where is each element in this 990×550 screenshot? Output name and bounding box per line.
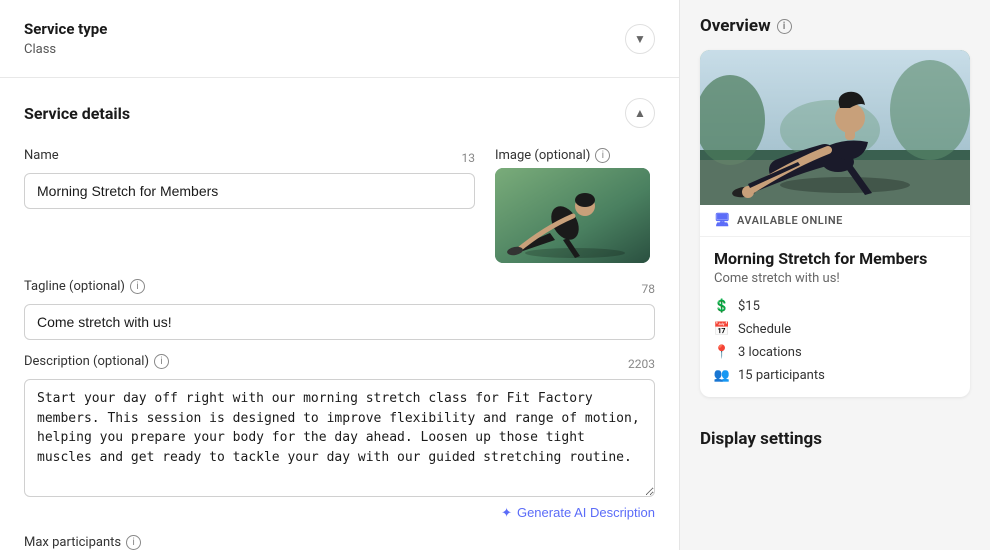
service-details-header: Service details ▲: [24, 98, 655, 128]
participants-count: 15 participants: [738, 368, 825, 383]
service-details-title: Service details: [24, 104, 130, 123]
tagline-group: Tagline (optional) i 78: [24, 279, 655, 340]
available-online-badge: 🖥 AVAILABLE ONLINE: [700, 205, 970, 237]
description-info-icon[interactable]: i: [154, 354, 169, 369]
tagline-info-icon[interactable]: i: [130, 279, 145, 294]
name-label: Name: [24, 148, 59, 163]
overview-title: Overview: [700, 16, 771, 36]
price-value: $15: [738, 299, 760, 314]
available-online-label: AVAILABLE ONLINE: [737, 214, 843, 227]
overview-header: Overview i: [700, 16, 970, 36]
name-col: Name 13: [24, 148, 475, 263]
overview-card-body: Morning Stretch for Members Come stretch…: [700, 237, 970, 397]
service-type-label: Service type: [24, 20, 107, 38]
name-input[interactable]: [24, 173, 475, 209]
chevron-down-icon: ▼: [634, 32, 646, 46]
service-type-content: Service type Class: [24, 20, 107, 57]
tagline-input[interactable]: [24, 304, 655, 340]
description-char-count: 2203: [628, 357, 655, 371]
display-settings-title: Display settings: [700, 429, 970, 449]
locations-value: 3 locations: [738, 345, 802, 360]
service-details-collapse-btn[interactable]: ▲: [625, 98, 655, 128]
display-settings-section: Display settings: [680, 413, 990, 465]
max-participants-group: Max participants i 15 Participants ▲ ▼: [24, 535, 655, 550]
name-image-row: Name 13 Image (optional) i: [24, 148, 655, 263]
locations-detail: 📍 3 locations: [714, 344, 956, 360]
hero-svg: [700, 50, 970, 205]
participants-icon: 👥: [714, 367, 730, 383]
participants-detail: 👥 15 participants: [714, 367, 956, 383]
generate-ai-btn[interactable]: ✦ Generate AI Description: [501, 505, 655, 521]
schedule-detail: 📅 Schedule: [714, 321, 956, 337]
left-panel: Service type Class ▼ Service details ▲ N…: [0, 0, 680, 550]
calendar-icon: 📅: [714, 321, 730, 337]
price-icon: 💲: [714, 298, 730, 314]
stretch-image: [495, 168, 650, 263]
participants-info-icon[interactable]: i: [126, 535, 141, 550]
service-type-value: Class: [24, 42, 107, 57]
image-col: Image (optional) i: [495, 148, 655, 263]
location-icon: 📍: [714, 344, 730, 360]
chevron-up-icon: ▲: [634, 106, 646, 120]
name-char-count: 13: [462, 151, 476, 165]
right-panel: Overview i: [680, 0, 990, 550]
overview-service-name: Morning Stretch for Members: [714, 249, 956, 268]
description-group: Description (optional) i 2203 Start your…: [24, 354, 655, 521]
overview-section: Overview i: [680, 0, 990, 413]
tagline-label-wrap: Tagline (optional) i: [24, 279, 145, 294]
overview-info-icon[interactable]: i: [777, 19, 792, 34]
image-preview[interactable]: [495, 168, 650, 263]
overview-tagline: Come stretch with us!: [714, 271, 956, 286]
overview-details: 💲 $15 📅 Schedule 📍 3 locations 👥 15 part…: [714, 298, 956, 383]
overview-hero-image: [700, 50, 970, 205]
sparkle-icon: ✦: [501, 505, 512, 521]
image-info-icon[interactable]: i: [595, 148, 610, 163]
schedule-value: Schedule: [738, 322, 791, 337]
overview-card: 🖥 AVAILABLE ONLINE Morning Stretch for M…: [700, 50, 970, 397]
monitor-icon: 🖥: [714, 213, 731, 228]
service-type-section: Service type Class ▼: [0, 0, 679, 78]
generate-ai-row: ✦ Generate AI Description: [24, 505, 655, 521]
service-type-collapse-btn[interactable]: ▼: [625, 24, 655, 54]
stretch-svg: [495, 168, 650, 263]
tagline-char-count: 78: [642, 282, 656, 296]
description-textarea[interactable]: Start your day off right with our mornin…: [24, 379, 655, 497]
image-label: Image (optional) i: [495, 148, 655, 163]
price-detail: 💲 $15: [714, 298, 956, 314]
max-participants-label-wrap: Max participants i: [24, 535, 655, 550]
service-details-section: Service details ▲ Name 13 Image (optiona…: [0, 78, 679, 550]
description-label-wrap: Description (optional) i: [24, 354, 169, 369]
